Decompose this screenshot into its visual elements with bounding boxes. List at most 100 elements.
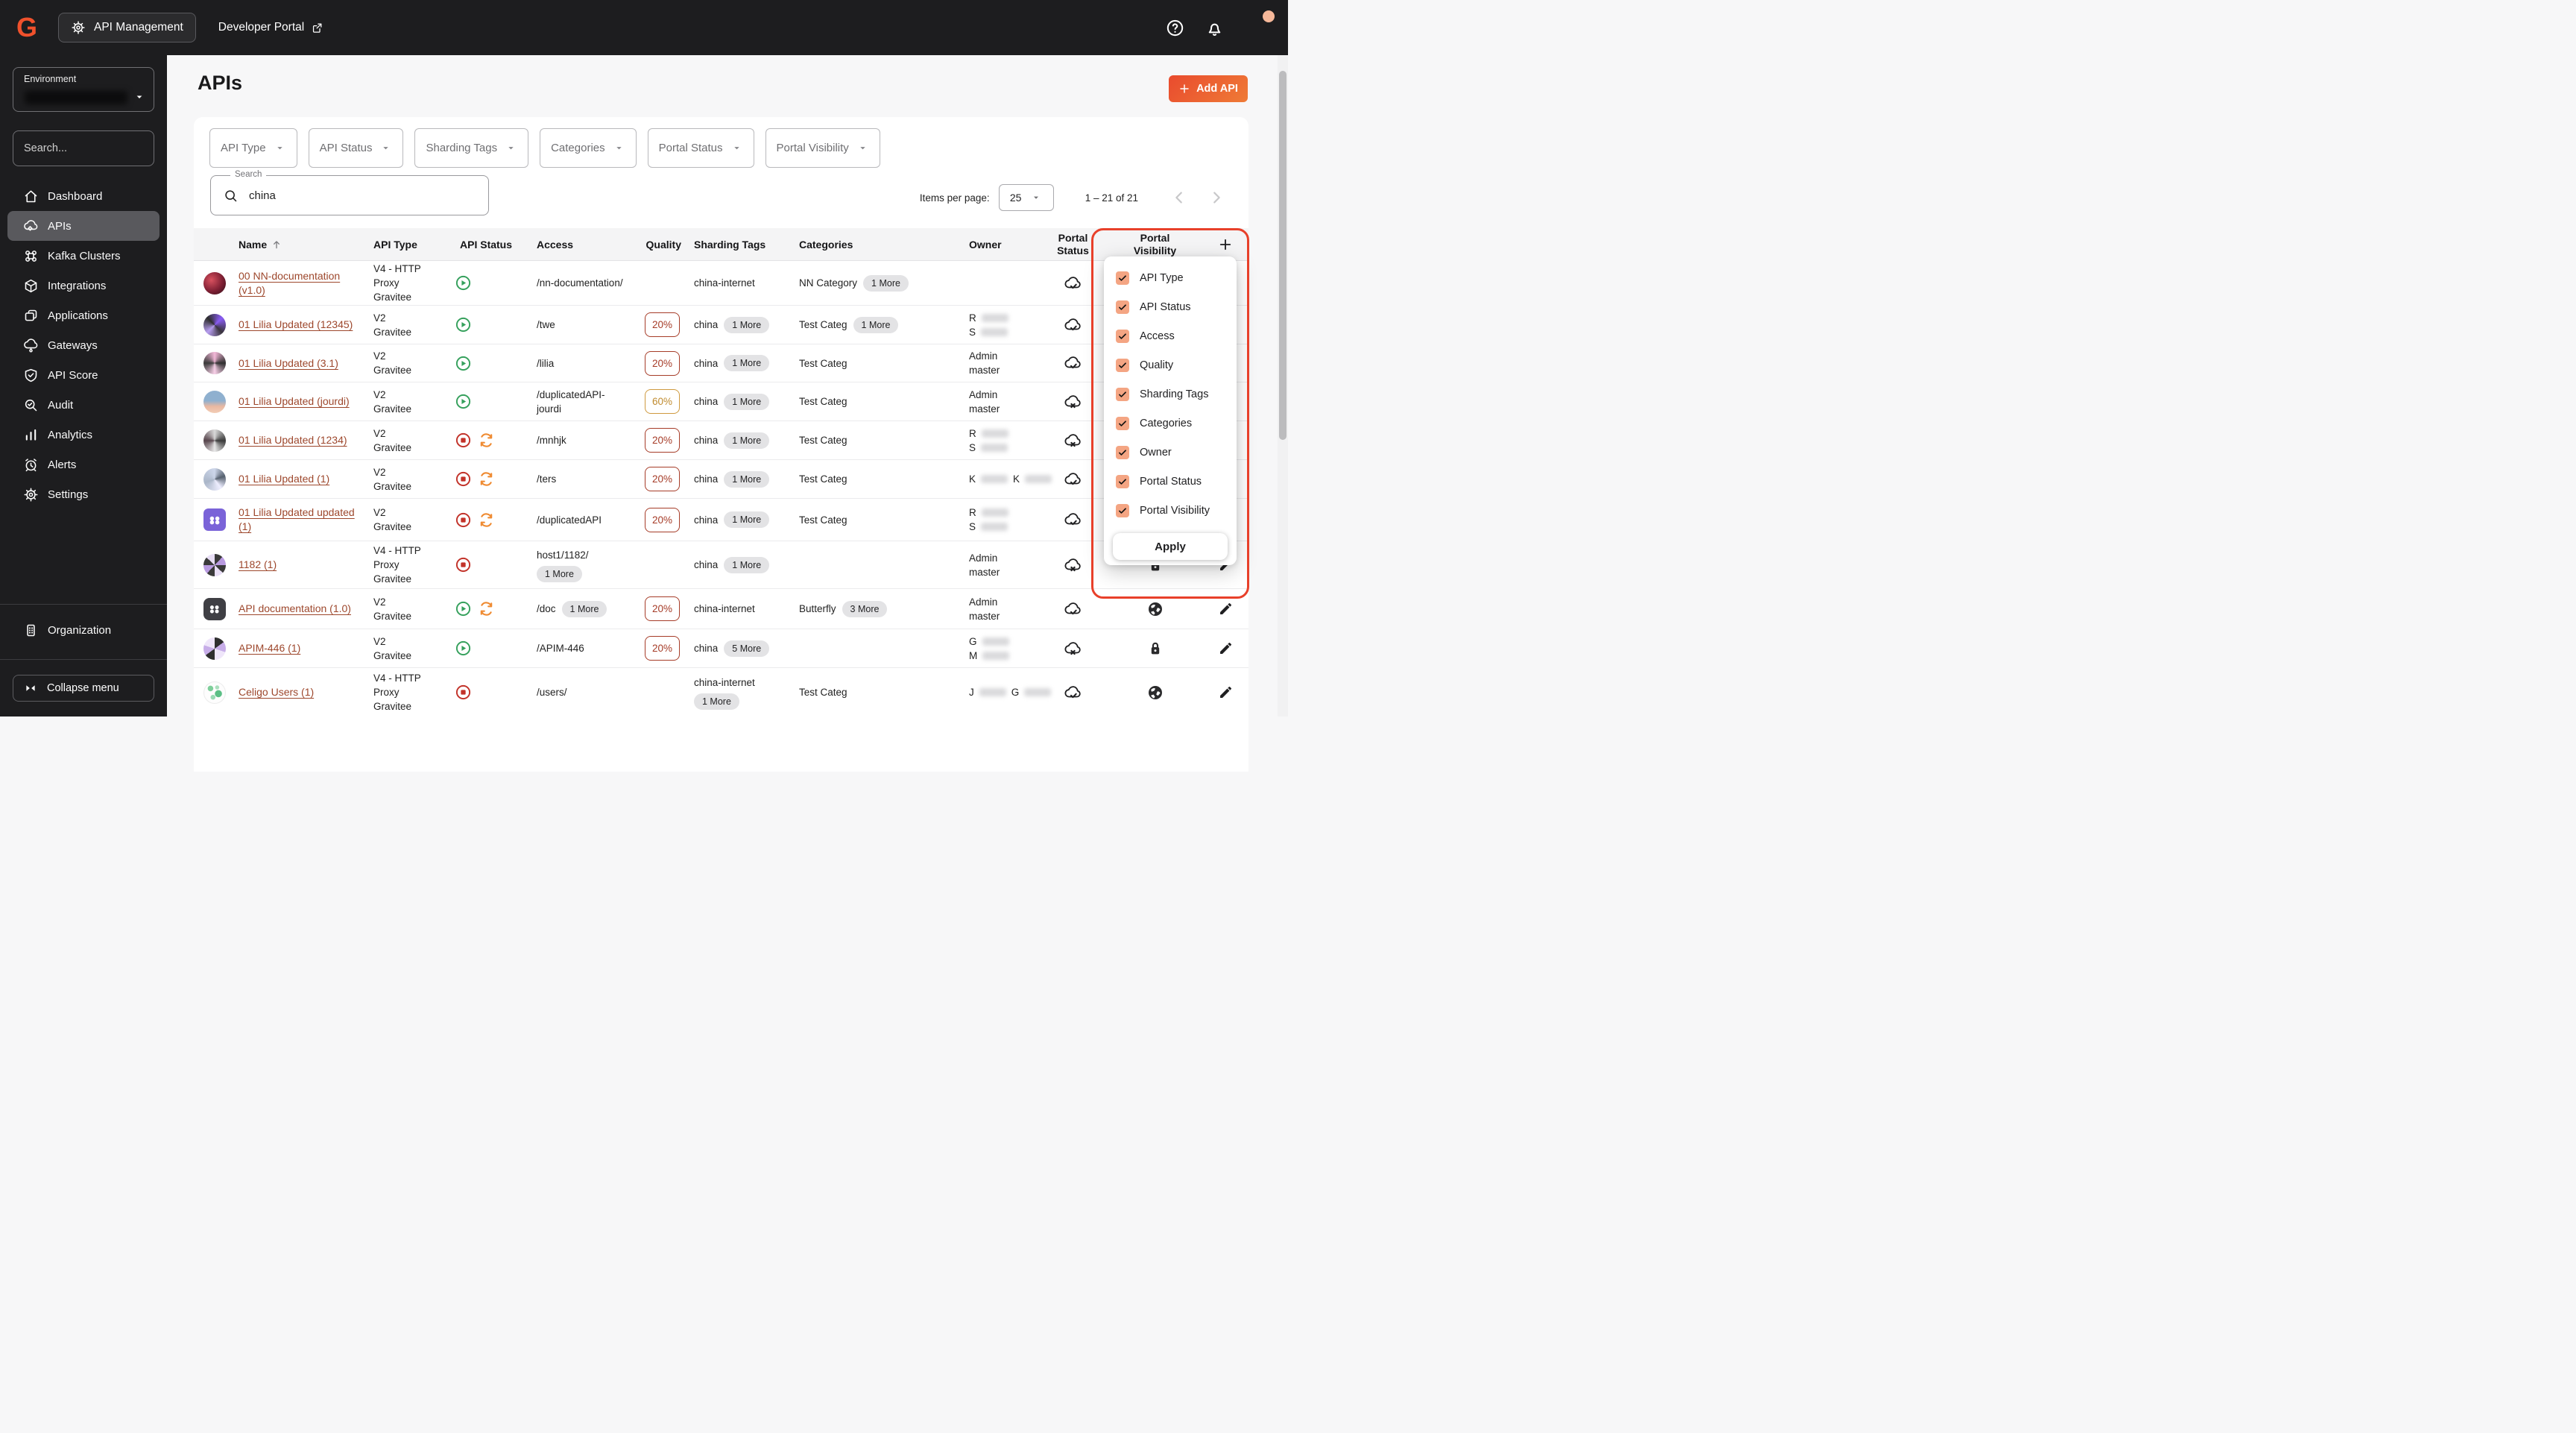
owner-text: master [969,566,1000,578]
edit-icon[interactable] [1218,640,1234,656]
cell-owner: Admin master [964,589,1038,629]
checkbox-checked[interactable] [1116,271,1129,285]
user-avatar[interactable] [1244,10,1275,42]
table-row: 00 NN-documentation (v1.0) V4 - HTTP Proxy… [194,261,1248,305]
column-option-portal-visibility[interactable]: Portal Visibility [1104,496,1237,525]
edit-icon[interactable] [1218,601,1234,617]
owner-lines: Admin master [969,551,1000,579]
windows-icon [23,308,39,324]
api-name-link[interactable]: 01 Lilia Updated (3.1) [239,356,338,371]
checkbox-checked[interactable] [1116,329,1129,343]
cell-sharding-tags: china-internet [689,261,794,305]
owner-text: S [969,441,976,453]
developer-portal-link[interactable]: Developer Portal [218,21,323,34]
checkbox-checked[interactable] [1116,445,1129,459]
api-name-link[interactable]: 01 Lilia Updated (jourdi) [239,394,350,409]
gravitee-logo: G [16,12,38,42]
quality-badge: 20% [644,636,681,661]
add-api-button[interactable]: Add API [1169,75,1248,102]
api-name-link[interactable]: 00 NN-documentation (v1.0) [239,269,363,297]
api-stopped-icon [455,556,472,573]
collapse-menu-button[interactable]: Collapse menu [13,675,154,702]
filter-portal-visibility[interactable]: Portal Visibility [765,128,880,168]
help-icon[interactable] [1165,18,1185,38]
filter-portal-status[interactable]: Portal Status [647,128,754,168]
api-name-link[interactable]: Celigo Users (1) [239,685,314,699]
checkbox-checked[interactable] [1116,358,1129,372]
sidebar-item-applications[interactable]: Applications [0,300,167,330]
checkbox-checked[interactable] [1116,503,1129,517]
filter-sharding-tags[interactable]: Sharding Tags [414,128,529,168]
items-per-page-select[interactable]: 25 [998,184,1054,211]
header-portal-visibility: Portal Visibility [1133,231,1177,256]
sidebar-item-kafka-clusters[interactable]: Kafka Clusters [0,241,167,271]
filter-api-status[interactable]: API Status [308,128,404,168]
environment-select[interactable]: Environment [13,67,154,112]
next-page-icon[interactable] [1208,189,1225,206]
cloud-x-icon [1063,556,1083,574]
filter-api-type[interactable]: API Type [209,128,297,168]
column-option-owner[interactable]: Owner [1104,438,1237,467]
sidebar-item-api-score[interactable]: API Score [0,360,167,390]
sidebar-item-audit[interactable]: Audit [0,390,167,420]
previous-page-icon[interactable] [1171,189,1187,206]
checkbox-checked[interactable] [1116,300,1129,314]
column-option-access[interactable]: Access [1104,321,1237,350]
cell-api-status [449,306,526,344]
api-name-link[interactable]: 1182 (1) [239,558,277,572]
app-switcher-api-management[interactable]: API Management [58,13,196,42]
api-name-link[interactable]: 01 Lilia Updated (1) [239,472,329,486]
column-option-api-type[interactable]: API Type [1104,263,1237,292]
column-option-api-status[interactable]: API Status [1104,292,1237,321]
cell-api-type: V2 Gravitee [363,629,449,667]
sidebar-item-analytics[interactable]: Analytics [0,420,167,450]
notifications-icon[interactable] [1205,18,1225,38]
quality-badge: 20% [644,596,681,621]
scrollbar-thumb[interactable] [1279,71,1287,440]
owner-text: G [969,635,977,647]
access-path-wrap: /twe [537,318,555,332]
header-categories: Categories [799,238,853,251]
sidebar-item-dashboard[interactable]: Dashboard [0,181,167,211]
api-name-link[interactable]: APIM-446 (1) [239,641,300,655]
header-avatar [194,228,228,260]
cell-avatar [194,460,228,498]
sidebar-item-organization[interactable]: Organization [0,615,167,645]
checkbox-checked[interactable] [1116,474,1129,488]
cell-portal-status [1038,306,1108,344]
sidebar-item-alerts[interactable]: Alerts [0,450,167,479]
apply-button[interactable]: Apply [1113,533,1228,560]
edit-icon[interactable] [1218,684,1234,700]
api-avatar [203,637,226,660]
checkbox-checked[interactable] [1116,387,1129,401]
owner-redacted-blur [982,637,1009,646]
filter-categories[interactable]: Categories [540,128,637,168]
add-column-icon[interactable] [1218,237,1233,252]
avatar-status-dot [1263,10,1275,22]
owner-redacted-blur [981,443,1008,452]
chevron-down-icon [613,142,625,154]
column-option-categories[interactable]: Categories [1104,409,1237,438]
cloud-gear-icon [23,218,39,234]
sidebar-search-input[interactable] [13,142,163,154]
sidebar-item-gateways[interactable]: Gateways [0,330,167,360]
sidebar-item-apis[interactable]: APIs [7,211,160,241]
header-name[interactable]: Name [228,228,363,260]
checkbox-checked[interactable] [1116,416,1129,430]
column-option-quality[interactable]: Quality [1104,350,1237,379]
api-name-link[interactable]: 01 Lilia Updated (1234) [239,433,347,447]
cell-name: 01 Lilia Updated (1) [228,460,363,498]
cell-quality: 60% [636,382,689,421]
sidebar-item-integrations[interactable]: Integrations [0,271,167,300]
cell-portal-status [1038,344,1108,382]
api-name-link[interactable]: API documentation (1.0) [239,602,351,616]
cell-actions [1202,589,1248,629]
column-option-portal-status[interactable]: Portal Status [1104,467,1237,496]
column-option-sharding-tags[interactable]: Sharding Tags [1104,379,1237,409]
sidebar-item-settings[interactable]: Settings [0,479,167,509]
chevron-down-icon [730,142,743,154]
api-name-link[interactable]: 01 Lilia Updated (12345) [239,318,353,332]
table-search-input[interactable] [239,189,488,202]
category-label: Butterfly [799,603,836,614]
api-name-link[interactable]: 01 Lilia Updated updated (1) [239,506,363,534]
